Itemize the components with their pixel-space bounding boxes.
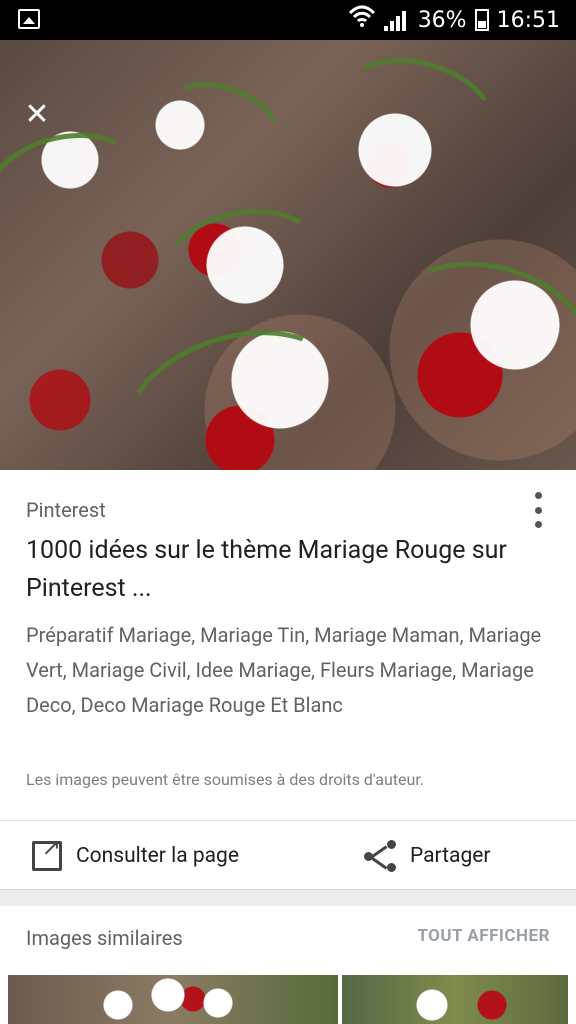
- wifi-icon: [348, 5, 376, 35]
- more-vertical-icon: [534, 492, 542, 499]
- copyright-notice: Les images peuvent être soumises à des d…: [26, 770, 424, 789]
- consult-page-label: Consulter la page: [76, 844, 239, 868]
- battery-percentage: 36%: [417, 7, 467, 33]
- more-options-button[interactable]: [526, 492, 550, 528]
- similar-image-thumbnail[interactable]: [8, 975, 338, 1024]
- image-preview: ✕: [0, 40, 576, 470]
- close-icon: ✕: [24, 97, 50, 132]
- status-bar: 36% 16:51: [0, 0, 576, 40]
- battery-icon: [474, 9, 489, 31]
- status-indicators: 36% 16:51: [348, 5, 560, 35]
- share-icon: [364, 840, 396, 872]
- see-all-button[interactable]: TOUT AFFICHER: [417, 926, 550, 946]
- result-title[interactable]: 1000 idées sur le thème Mariage Rouge su…: [26, 532, 526, 608]
- share-button[interactable]: Partager: [364, 834, 491, 878]
- source-name: Pinterest: [26, 498, 106, 522]
- result-description: Préparatif Mariage, Mariage Tin, Mariage…: [26, 623, 542, 717]
- signal-icon: [383, 9, 410, 31]
- similar-images-section: Images similaires TOUT AFFICHER: [0, 906, 576, 1024]
- clock: 16:51: [496, 7, 560, 33]
- consult-page-button[interactable]: Consulter la page: [32, 834, 239, 878]
- close-button[interactable]: ✕: [20, 98, 54, 132]
- card-divider: [0, 820, 576, 821]
- similar-image-thumbnail[interactable]: [342, 975, 568, 1024]
- open-in-new-icon: [32, 835, 62, 871]
- result-card: Pinterest 1000 idées sur le thème Mariag…: [0, 470, 576, 890]
- image-notification-icon: [18, 9, 40, 29]
- share-label: Partager: [410, 844, 491, 868]
- similar-images-title: Images similaires: [26, 926, 183, 950]
